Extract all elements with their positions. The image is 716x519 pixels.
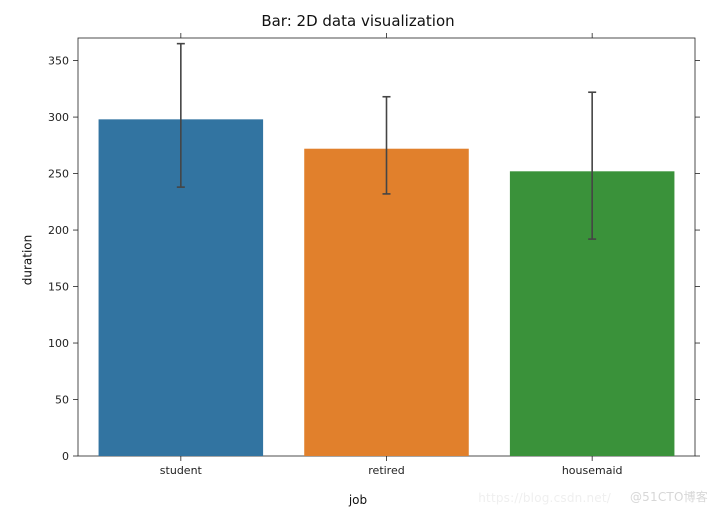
svg-text:housemaid: housemaid (562, 464, 623, 477)
y-tick: 350 (48, 55, 700, 68)
svg-text:350: 350 (48, 55, 69, 68)
svg-text:50: 50 (55, 394, 69, 407)
svg-text:200: 200 (48, 224, 69, 237)
svg-text:student: student (160, 464, 203, 477)
svg-text:150: 150 (48, 281, 69, 294)
bar-retired (304, 149, 469, 456)
chart-plot-area: 0 50 100 150 200 250 300 350 student retired hous… (0, 0, 716, 519)
svg-text:100: 100 (48, 337, 69, 350)
svg-text:retired: retired (368, 464, 404, 477)
svg-text:0: 0 (62, 450, 69, 463)
svg-text:300: 300 (48, 111, 69, 124)
svg-text:250: 250 (48, 168, 69, 181)
